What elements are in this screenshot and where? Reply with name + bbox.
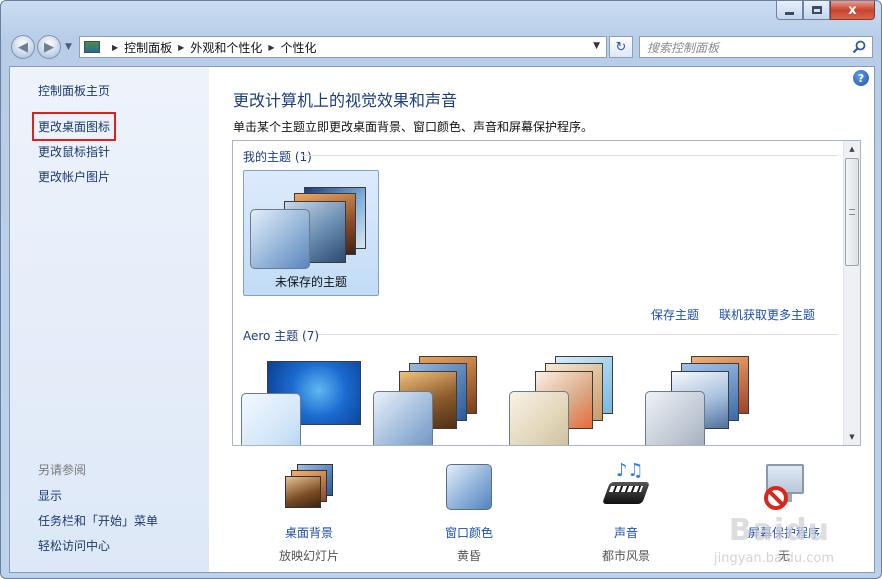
window-color-swatch	[241, 393, 301, 445]
baidu-watermark: Baidu	[728, 513, 830, 548]
theme-tile-architecture[interactable]	[373, 353, 509, 445]
aero-themes-header[interactable]: Aero 主题 (7)	[243, 327, 319, 344]
search-box[interactable]: 搜索控制面板	[639, 36, 873, 58]
window-color-swatch	[373, 391, 433, 445]
close-button[interactable]: x	[830, 1, 875, 20]
minimize-icon	[785, 11, 794, 15]
page-description: 单击某个主题立即更改桌面背景、窗口颜色、声音和屏幕保护程序。	[233, 120, 594, 134]
window-color-label[interactable]: 窗口颜色	[414, 524, 524, 541]
theme-tile-characters[interactable]	[509, 353, 645, 445]
theme-list: 我的主题 (1) 未保存的主题 保存主题 联机获取更多主题 Aero 主题 (7…	[232, 140, 861, 446]
get-more-themes-link[interactable]: 联机获取更多主题	[719, 306, 815, 323]
address-bar[interactable]: ▶ 控制面板 ▶ 外观和个性化 ▶ 个性化 ▼	[79, 36, 607, 58]
navigation-bar: ◀ ▶ ▼ ▶ 控制面板 ▶ 外观和个性化 ▶ 个性化 ▼ ↻ 搜索控制面板	[9, 34, 873, 60]
scroll-up-arrow-icon[interactable]: ▲	[844, 141, 860, 157]
refresh-button[interactable]: ↻	[609, 36, 633, 58]
desktop-background-value: 放映幻灯片	[278, 549, 339, 563]
refresh-icon: ↻	[615, 39, 627, 55]
window-color-icon	[443, 464, 495, 516]
see-also-ease-of-access[interactable]: 轻松访问中心	[38, 537, 110, 554]
see-also-taskbar-start-menu[interactable]: 任务栏和「开始」菜单	[38, 512, 158, 529]
control-panel-icon	[84, 41, 100, 53]
forward-button[interactable]: ▶	[37, 35, 61, 59]
group-divider	[318, 334, 838, 335]
breadcrumb-control-panel[interactable]: 控制面板	[124, 39, 172, 56]
sound-icon: ♪♫	[600, 462, 652, 516]
desktop-background-icon	[283, 464, 335, 516]
window-color-swatch	[509, 391, 569, 445]
window-color-swatch	[645, 391, 705, 445]
desktop-background-item[interactable]: 桌面背景 放映幻灯片	[254, 452, 364, 564]
search-input[interactable]: 搜索控制面板	[647, 39, 719, 56]
baidu-watermark-url: jingyan.baidu.com	[714, 551, 834, 566]
recent-pages-dropdown[interactable]: ▼	[65, 42, 72, 52]
window-color-swatch	[250, 209, 310, 269]
caption-buttons: x	[776, 1, 875, 20]
maximize-button[interactable]	[803, 1, 830, 20]
breadcrumb-separator-icon[interactable]: ▶	[112, 43, 118, 52]
see-also-heading: 另请参阅	[38, 463, 87, 477]
breadcrumb-personalization[interactable]: 个性化	[281, 39, 317, 56]
scroll-thumb[interactable]	[845, 158, 859, 266]
main-panel: ? 更改计算机上的视觉效果和声音 单击某个主题立即更改桌面背景、窗口颜色、声音和…	[209, 67, 874, 572]
sidebar-link-control-panel-home[interactable]: 控制面板主页	[38, 82, 110, 99]
forward-arrow-icon: ▶	[44, 39, 54, 55]
back-button[interactable]: ◀	[11, 35, 35, 59]
minimize-button[interactable]	[776, 1, 803, 20]
help-icon[interactable]: ?	[853, 70, 869, 86]
see-also-display[interactable]: 显示	[38, 487, 62, 504]
content-area: 控制面板主页 更改桌面图标 更改鼠标指针 更改帐户图片 另请参阅 显示 任务栏和…	[9, 66, 875, 573]
my-themes-header[interactable]: 我的主题 (1)	[243, 148, 312, 165]
sound-label[interactable]: 声音	[571, 524, 681, 541]
aero-themes-header-label: Aero 主题 (7)	[243, 329, 320, 343]
sidebar-link-change-mouse-pointers[interactable]: 更改鼠标指针	[38, 143, 110, 160]
theme-tile-windows7[interactable]	[237, 353, 373, 445]
desktop-background-label[interactable]: 桌面背景	[254, 524, 364, 541]
theme-tile-unsaved[interactable]: 未保存的主题	[243, 170, 379, 296]
breadcrumb-separator-icon[interactable]: ▶	[268, 43, 274, 52]
personalization-window: x ◀ ▶ ▼ ▶ 控制面板 ▶ 外观和个性化 ▶ 个性化 ▼ ↻ 搜索控制面板…	[0, 0, 882, 579]
sound-item[interactable]: ♪♫ 声音 都市风景	[571, 452, 681, 564]
search-icon[interactable]	[852, 40, 866, 54]
scroll-grip	[849, 209, 855, 215]
sidebar-link-change-desktop-icons[interactable]: 更改桌面图标	[31, 112, 117, 141]
scroll-down-arrow-icon[interactable]: ▼	[844, 429, 860, 445]
save-theme-link[interactable]: 保存主题	[651, 306, 699, 323]
address-history-dropdown[interactable]: ▼	[593, 41, 600, 51]
sidebar-link-change-account-picture[interactable]: 更改帐户图片	[38, 168, 110, 185]
my-themes-header-label: 我的主题 (1)	[243, 150, 312, 164]
close-icon: x	[848, 2, 857, 18]
sound-value: 都市风景	[601, 549, 650, 563]
task-sidebar: 控制面板主页 更改桌面图标 更改鼠标指针 更改帐户图片 另请参阅 显示 任务栏和…	[10, 67, 209, 572]
theme-tile-landscapes[interactable]	[645, 353, 781, 445]
theme-label: 未保存的主题	[274, 275, 347, 289]
breadcrumb-separator-icon[interactable]: ▶	[178, 43, 184, 52]
back-arrow-icon: ◀	[18, 39, 28, 55]
breadcrumb-appearance[interactable]: 外观和个性化	[190, 39, 262, 56]
theme-list-scrollbar[interactable]: ▲ ▼	[843, 141, 860, 445]
maximize-icon	[811, 6, 822, 14]
window-color-item[interactable]: 窗口颜色 黄昏	[414, 452, 524, 564]
screensaver-icon	[758, 464, 810, 516]
page-title: 更改计算机上的视觉效果和声音	[233, 91, 458, 110]
group-divider	[303, 155, 838, 156]
window-color-value: 黄昏	[456, 549, 481, 563]
